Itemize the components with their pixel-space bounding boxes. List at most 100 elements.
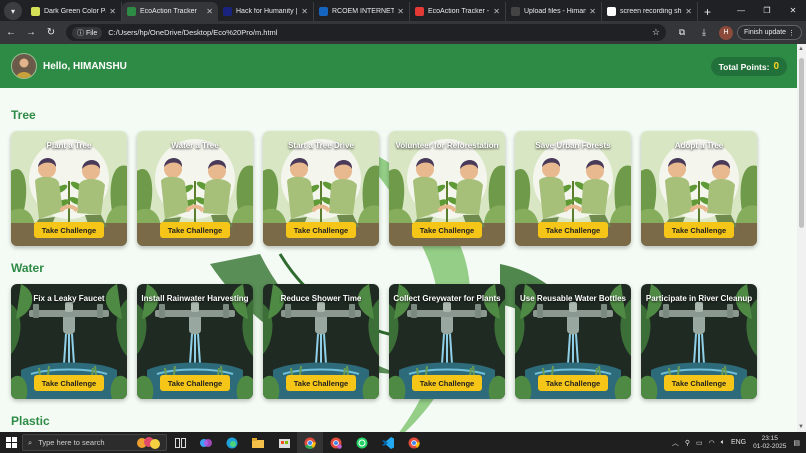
take-challenge-button[interactable]: Take Challenge <box>34 375 104 391</box>
close-window-icon[interactable]: ✕ <box>780 6 806 15</box>
take-challenge-button[interactable]: Take Challenge <box>412 222 482 238</box>
new-tab-button[interactable]: + <box>704 2 711 21</box>
volume-icon[interactable]: 🔈︎ <box>721 439 725 447</box>
edge-icon[interactable] <box>219 432 245 453</box>
minimize-icon[interactable]: — <box>728 6 754 15</box>
chrome-alt-icon[interactable] <box>401 432 427 453</box>
tab-favicon-icon <box>31 7 40 16</box>
browser-tab[interactable]: EcoAction Tracker ✕ <box>122 2 218 21</box>
windows-start-button[interactable] <box>0 437 22 448</box>
take-challenge-button[interactable]: Take Challenge <box>160 375 230 391</box>
challenge-title: Water a Tree <box>171 141 219 150</box>
challenge-title: Fix a Leaky Faucet <box>33 294 105 303</box>
wifi-icon[interactable]: ◠ <box>709 439 715 447</box>
browser-tab[interactable]: Upload files - Himan ✕ <box>506 2 602 21</box>
tab-close-icon[interactable]: ✕ <box>301 7 308 16</box>
browser-tab[interactable]: screen recording sh ✕ <box>602 2 698 21</box>
points-value: 0 <box>773 61 779 72</box>
taskbar-clock[interactable]: 23:15 01-02-2025 <box>753 435 786 451</box>
tab-close-icon[interactable]: ✕ <box>206 7 213 16</box>
search-placeholder: Type here to search <box>38 438 105 447</box>
language-indicator[interactable]: ENG <box>731 439 746 446</box>
take-challenge-button[interactable]: Take Challenge <box>664 222 734 238</box>
tab-close-icon[interactable]: ✕ <box>493 7 500 16</box>
whatsapp-icon[interactable] <box>349 432 375 453</box>
challenge-card: Volunteer for Reforestation Take Challeng… <box>389 131 505 246</box>
chrome-profile-icon[interactable] <box>323 432 349 453</box>
challenge-title: Adopt a Tree <box>674 141 724 150</box>
forward-arrow-icon[interactable]: → <box>22 27 40 38</box>
vscode-icon[interactable] <box>375 432 401 453</box>
browser-tab[interactable]: Hack for Humanity | ✕ <box>218 2 314 21</box>
maximize-icon[interactable]: ❐ <box>754 6 780 15</box>
tab-close-icon[interactable]: ✕ <box>589 7 596 16</box>
take-challenge-button[interactable]: Take Challenge <box>538 375 608 391</box>
take-challenge-button[interactable]: Take Challenge <box>34 222 104 238</box>
tab-close-icon[interactable]: ✕ <box>109 7 116 16</box>
take-challenge-button[interactable]: Take Challenge <box>286 222 356 238</box>
challenge-card: Fix a Leaky Faucet Take Challenge <box>11 284 127 399</box>
reload-icon[interactable]: ↻ <box>42 27 60 38</box>
scroll-up-icon[interactable]: ▲ <box>798 46 804 52</box>
back-arrow-icon[interactable]: ← <box>2 27 20 38</box>
tab-close-icon[interactable]: ✕ <box>397 7 404 16</box>
challenge-card: Install Rainwater Harvesting Take Challen… <box>137 284 253 399</box>
browser-tab[interactable]: EcoAction Tracker - Y ✕ <box>410 2 506 21</box>
challenge-card: Collect Greywater for Plants Take Challen… <box>389 284 505 399</box>
app-header: Hello, HIMANSHU Total Points: 0 <box>0 44 797 88</box>
challenge-card: Plant a Tree Take Challenge <box>11 131 127 246</box>
profile-avatar[interactable]: H <box>719 25 734 40</box>
bookmark-star-icon[interactable]: ☆ <box>652 27 660 38</box>
tab-title: EcoAction Tracker - Y <box>428 8 491 15</box>
system-tray: ︿ ⚲ ▭ ◠ 🔈︎ ENG 23:15 01-02-2025 ▤ <box>669 432 806 453</box>
challenge-card: Save Urban Forests Take Challenge <box>515 131 631 246</box>
tab-title: RCOEM INTERNET P <box>332 8 395 15</box>
search-highlight-flower-icon <box>137 436 160 449</box>
tab-favicon-icon <box>607 7 616 16</box>
challenge-title: Start a Tree Drive <box>288 141 354 150</box>
address-bar[interactable]: ⓘ File C:/Users/hp/OneDrive/Desktop/Eco%… <box>66 24 666 41</box>
copilot-icon[interactable] <box>193 432 219 453</box>
battery-icon[interactable]: ▭ <box>696 439 703 447</box>
address-url[interactable]: C:/Users/hp/OneDrive/Desktop/Eco%20Pro/m… <box>108 28 652 37</box>
task-view-icon[interactable] <box>167 432 193 453</box>
tab-title: Dark Green Color Pa <box>44 8 107 15</box>
chevron-up-icon[interactable]: ︿ <box>672 438 679 448</box>
tab-close-icon[interactable]: ✕ <box>685 7 692 16</box>
extensions-icon[interactable]: ⧉ <box>671 27 693 38</box>
scrollbar-thumb[interactable] <box>799 58 804 228</box>
browser-tab[interactable]: RCOEM INTERNET P✕ <box>314 2 410 21</box>
section-title-tree: Tree <box>11 108 36 122</box>
taskbar-search-box[interactable]: ⌕ Type here to search <box>22 434 167 451</box>
page-scrollbar[interactable]: ▲ ▼ <box>797 44 806 432</box>
network-icon[interactable]: ⚲ <box>685 439 690 447</box>
finish-update-label: Finish update <box>744 29 787 36</box>
challenge-card: Use Reusable Water Bottles Take Challenge <box>515 284 631 399</box>
take-challenge-button[interactable]: Take Challenge <box>664 375 734 391</box>
download-icon[interactable]: ⤓ <box>693 27 715 38</box>
challenge-title: Volunteer for Reforestation <box>395 141 499 150</box>
tab-search-button[interactable]: ▾ <box>4 2 22 20</box>
clock-date: 01-02-2025 <box>753 442 787 450</box>
tab-favicon-icon <box>415 7 424 16</box>
challenge-title: Plant a Tree <box>46 141 92 150</box>
scroll-down-icon[interactable]: ▼ <box>798 424 804 430</box>
challenge-card: Start a Tree Drive Take Challenge <box>263 131 379 246</box>
section-title-water: Water <box>11 261 44 275</box>
take-challenge-button[interactable]: Take Challenge <box>160 222 230 238</box>
notification-icon[interactable]: ▤ <box>793 439 800 447</box>
microsoft-store-icon[interactable] <box>271 432 297 453</box>
user-avatar[interactable] <box>11 53 37 79</box>
take-challenge-button[interactable]: Take Challenge <box>412 375 482 391</box>
greeting-text: Hello, HIMANSHU <box>43 60 127 72</box>
chrome-icon[interactable] <box>297 432 323 453</box>
tab-title: Upload files - Himan <box>524 8 587 15</box>
browser-tab[interactable]: Dark Green Color Pa ✕ <box>26 2 122 21</box>
take-challenge-button[interactable]: Take Challenge <box>538 222 608 238</box>
file-explorer-icon[interactable] <box>245 432 271 453</box>
finish-update-button[interactable]: Finish update ⋮ <box>737 25 802 40</box>
challenge-title: Save Urban Forests <box>535 141 611 150</box>
take-challenge-button[interactable]: Take Challenge <box>286 375 356 391</box>
file-chip[interactable]: ⓘ File <box>72 26 103 39</box>
challenge-title: Install Rainwater Harvesting <box>141 294 249 303</box>
